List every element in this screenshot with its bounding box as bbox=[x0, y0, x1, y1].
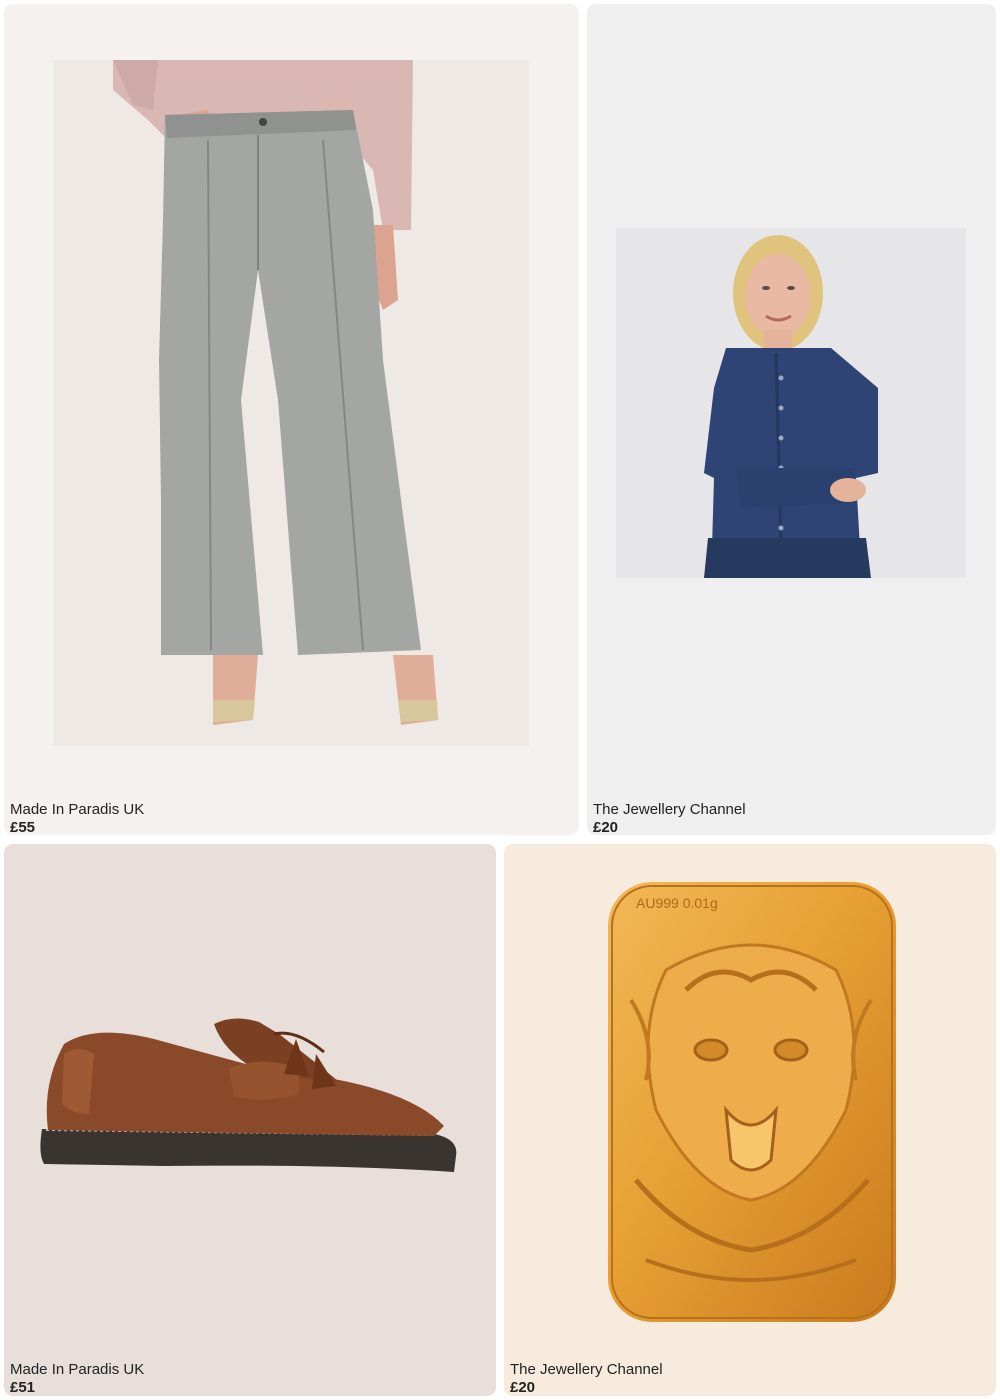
brand-name[interactable]: Made In Paradis UK bbox=[10, 1361, 144, 1379]
product-price[interactable]: £20 bbox=[510, 1379, 535, 1396]
brand-name[interactable]: Made In Paradis UK bbox=[10, 801, 144, 819]
product-price[interactable]: £51 bbox=[10, 1379, 35, 1396]
product-image-jeans[interactable] bbox=[53, 60, 529, 746]
product-image-gold-dragon-bar[interactable]: AU999 0.01g bbox=[606, 880, 898, 1324]
product-card[interactable]: Made In Paradis UK £51 bbox=[4, 844, 496, 1396]
product-card[interactable]: Made In Paradis UK £55 bbox=[4, 4, 579, 835]
brand-name[interactable]: The Jewellery Channel bbox=[510, 1361, 663, 1379]
product-price[interactable]: £20 bbox=[593, 819, 618, 835]
product-image-loafer[interactable] bbox=[34, 1014, 464, 1184]
product-image-cardigan[interactable] bbox=[616, 228, 966, 578]
product-price[interactable]: £55 bbox=[10, 819, 35, 835]
product-card[interactable]: AU999 0.01g The Jewellery Channel £20 bbox=[504, 844, 996, 1396]
brand-name[interactable]: The Jewellery Channel bbox=[593, 801, 746, 819]
product-card[interactable]: The Jewellery Channel £20 bbox=[587, 4, 996, 835]
ingot-stamp: AU999 0.01g bbox=[636, 895, 718, 911]
